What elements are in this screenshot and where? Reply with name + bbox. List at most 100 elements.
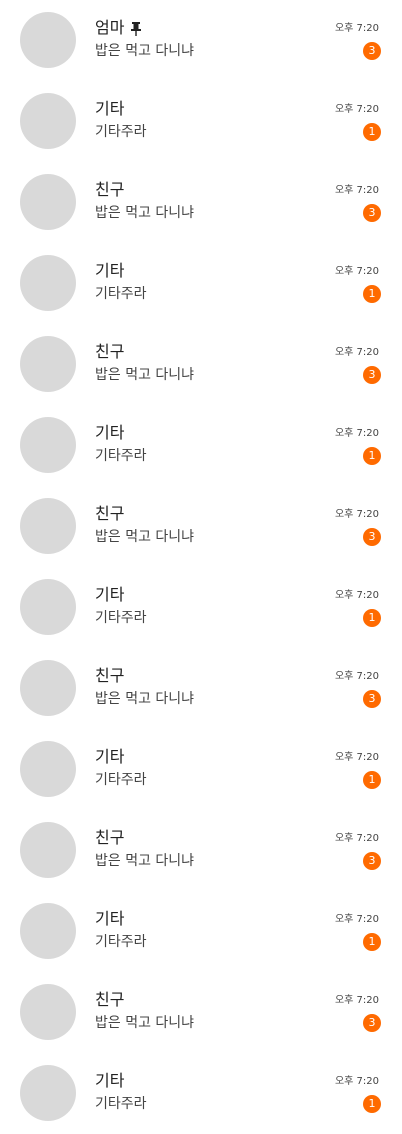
chat-name: 친구 — [95, 990, 125, 1009]
chat-name-line: 친구 — [95, 989, 124, 1011]
chat-name: 친구 — [95, 828, 125, 847]
chat-preview: 기타주라 — [95, 286, 147, 302]
chat-name: 친구 — [95, 342, 125, 361]
avatar[interactable] — [20, 93, 76, 149]
chat-name-line: 기타 — [95, 1070, 124, 1092]
chat-preview: 밥은 먹고 다니냐 — [95, 43, 195, 59]
chat-time: 오후 7:20 — [334, 347, 379, 358]
unread-badge: 1 — [363, 123, 381, 141]
avatar[interactable] — [20, 174, 76, 230]
avatar[interactable] — [20, 417, 76, 473]
chat-name: 기타 — [95, 261, 125, 280]
chat-preview: 밥은 먹고 다니냐 — [95, 529, 195, 545]
chat-name: 기타 — [95, 423, 125, 442]
chat-time: 오후 7:20 — [334, 590, 379, 601]
chat-preview: 기타주라 — [95, 448, 147, 464]
chat-name-line: 기타 — [95, 746, 124, 768]
chat-row[interactable]: 친구 밥은 먹고 다니냐 오후 7:20 3 — [0, 486, 402, 567]
chat-time: 오후 7:20 — [334, 833, 379, 844]
chat-name: 기타 — [95, 909, 125, 928]
chat-name: 기타 — [95, 99, 125, 118]
chat-preview: 밥은 먹고 다니냐 — [95, 1015, 195, 1031]
avatar[interactable] — [20, 984, 76, 1040]
chat-preview: 기타주라 — [95, 124, 147, 140]
chat-row[interactable]: 기타 기타주라 오후 7:20 1 — [0, 1053, 402, 1134]
chat-preview: 밥은 먹고 다니냐 — [95, 691, 195, 707]
chat-preview: 밥은 먹고 다니냐 — [95, 205, 195, 221]
avatar[interactable] — [20, 12, 76, 68]
chat-name: 엄마 — [95, 18, 125, 37]
chat-time: 오후 7:20 — [334, 671, 379, 682]
chat-time: 오후 7:20 — [334, 185, 379, 196]
chat-name: 친구 — [95, 504, 125, 523]
unread-badge: 3 — [363, 1014, 381, 1032]
chat-row[interactable]: 친구 밥은 먹고 다니냐 오후 7:20 3 — [0, 648, 402, 729]
unread-badge: 1 — [363, 285, 381, 303]
unread-badge: 1 — [363, 771, 381, 789]
chat-name-line: 기타 — [95, 584, 124, 606]
unread-badge: 3 — [363, 42, 381, 60]
chat-name-line: 기타 — [95, 908, 124, 930]
unread-badge: 1 — [363, 609, 381, 627]
unread-badge: 1 — [363, 933, 381, 951]
chat-name-line: 친구 — [95, 179, 124, 201]
avatar[interactable] — [20, 822, 76, 878]
chat-preview: 밥은 먹고 다니냐 — [95, 367, 195, 383]
chat-name-line: 엄마 — [95, 17, 142, 39]
avatar[interactable] — [20, 336, 76, 392]
chat-row[interactable]: 기타 기타주라 오후 7:20 1 — [0, 567, 402, 648]
unread-badge: 3 — [363, 528, 381, 546]
chat-name-line: 기타 — [95, 422, 124, 444]
chat-name: 친구 — [95, 666, 125, 685]
chat-time: 오후 7:20 — [334, 914, 379, 925]
chat-name: 기타 — [95, 585, 125, 604]
chat-row[interactable]: 엄마 밥은 먹고 다니냐 오후 7:20 3 — [0, 0, 402, 81]
chat-time: 오후 7:20 — [334, 23, 379, 34]
chat-name: 기타 — [95, 1071, 125, 1090]
chat-row[interactable]: 기타 기타주라 오후 7:20 1 — [0, 81, 402, 162]
avatar[interactable] — [20, 498, 76, 554]
chat-name: 기타 — [95, 747, 125, 766]
avatar[interactable] — [20, 660, 76, 716]
pin-icon — [130, 21, 142, 36]
unread-badge: 3 — [363, 366, 381, 384]
chat-time: 오후 7:20 — [334, 266, 379, 277]
avatar[interactable] — [20, 579, 76, 635]
chat-name-line: 친구 — [95, 503, 124, 525]
chat-time: 오후 7:20 — [334, 995, 379, 1006]
unread-badge: 1 — [363, 447, 381, 465]
chat-time: 오후 7:20 — [334, 104, 379, 115]
chat-row[interactable]: 기타 기타주라 오후 7:20 1 — [0, 243, 402, 324]
chat-name: 친구 — [95, 180, 125, 199]
avatar[interactable] — [20, 741, 76, 797]
chat-list: 엄마 밥은 먹고 다니냐 오후 7:20 3 기타 기타주라 오후 7:20 1… — [0, 0, 402, 1134]
chat-name-line: 기타 — [95, 260, 124, 282]
chat-preview: 기타주라 — [95, 934, 147, 950]
avatar[interactable] — [20, 1065, 76, 1121]
avatar[interactable] — [20, 255, 76, 311]
chat-row[interactable]: 친구 밥은 먹고 다니냐 오후 7:20 3 — [0, 324, 402, 405]
avatar[interactable] — [20, 903, 76, 959]
chat-row[interactable]: 친구 밥은 먹고 다니냐 오후 7:20 3 — [0, 810, 402, 891]
chat-preview: 밥은 먹고 다니냐 — [95, 853, 195, 869]
chat-preview: 기타주라 — [95, 610, 147, 626]
chat-row[interactable]: 기타 기타주라 오후 7:20 1 — [0, 729, 402, 810]
chat-row[interactable]: 친구 밥은 먹고 다니냐 오후 7:20 3 — [0, 972, 402, 1053]
unread-badge: 3 — [363, 690, 381, 708]
chat-name-line: 기타 — [95, 98, 124, 120]
chat-name-line: 친구 — [95, 341, 124, 363]
chat-preview: 기타주라 — [95, 1096, 147, 1112]
chat-time: 오후 7:20 — [334, 1076, 379, 1087]
chat-row[interactable]: 친구 밥은 먹고 다니냐 오후 7:20 3 — [0, 162, 402, 243]
chat-row[interactable]: 기타 기타주라 오후 7:20 1 — [0, 405, 402, 486]
chat-preview: 기타주라 — [95, 772, 147, 788]
chat-time: 오후 7:20 — [334, 428, 379, 439]
unread-badge: 3 — [363, 852, 381, 870]
chat-name-line: 친구 — [95, 665, 124, 687]
unread-badge: 1 — [363, 1095, 381, 1113]
chat-row[interactable]: 기타 기타주라 오후 7:20 1 — [0, 891, 402, 972]
unread-badge: 3 — [363, 204, 381, 222]
chat-time: 오후 7:20 — [334, 752, 379, 763]
chat-name-line: 친구 — [95, 827, 124, 849]
chat-time: 오후 7:20 — [334, 509, 379, 520]
